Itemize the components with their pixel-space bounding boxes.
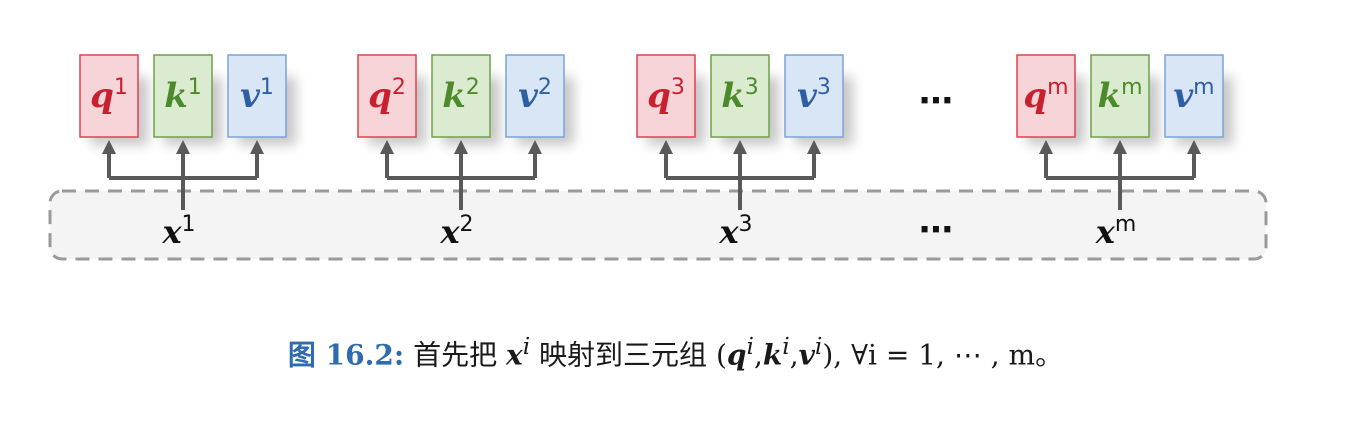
k-superscript: 3 bbox=[745, 75, 759, 100]
k-symbol: k bbox=[721, 76, 745, 116]
q-symbol: q bbox=[1023, 76, 1047, 116]
q-superscript: 1 bbox=[114, 75, 128, 100]
q-symbol: q bbox=[90, 76, 114, 116]
ellipsis-bottom: ⋯ bbox=[919, 210, 953, 250]
caption-text-before: 首先把 bbox=[404, 338, 506, 372]
k-superscript: 1 bbox=[188, 75, 202, 100]
q-superscript: 2 bbox=[392, 75, 406, 100]
v-symbol: v bbox=[240, 76, 261, 116]
k-symbol: k bbox=[1098, 76, 1122, 116]
caption-k-sup: i bbox=[782, 332, 790, 360]
x-symbol: x bbox=[161, 213, 182, 251]
x-superscript: 2 bbox=[460, 212, 474, 237]
x-superscript: 3 bbox=[739, 212, 753, 237]
x-symbol: x bbox=[718, 213, 739, 251]
figure: q1 k1 v1 x1 q2 k2 v2 x2 q3 k3 v3 x3 qm km vm xm ⋯ ⋯ 图 1… bbox=[0, 0, 1351, 424]
input-band bbox=[48, 189, 1268, 261]
k-superscript: 2 bbox=[466, 75, 480, 100]
k-symbol: k bbox=[442, 76, 466, 116]
caption-q-sup: i bbox=[746, 332, 754, 360]
x-symbol: x bbox=[439, 213, 460, 251]
q-superscript: 3 bbox=[671, 75, 685, 100]
caption-text-after: ), ∀i = 1, ⋯ , m。 bbox=[822, 338, 1064, 372]
v-superscript: m bbox=[1193, 75, 1214, 100]
v-superscript: 3 bbox=[817, 75, 831, 100]
v-symbol: v bbox=[797, 76, 818, 116]
v-symbol: v bbox=[1173, 76, 1194, 116]
ellipsis-top: ⋯ bbox=[919, 81, 953, 121]
v-superscript: 1 bbox=[260, 75, 274, 100]
caption-label: 图 16.2: bbox=[287, 338, 405, 372]
x-symbol: x bbox=[1095, 213, 1116, 251]
x-superscript: 1 bbox=[182, 212, 196, 237]
caption-q: q bbox=[726, 338, 747, 372]
v-superscript: 2 bbox=[538, 75, 552, 100]
caption-k: k bbox=[762, 338, 783, 372]
caption-v: v bbox=[798, 338, 815, 372]
figure-caption: 图 16.2: 首先把 xi 映射到三元组 (qi,ki,vi), ∀i = 1… bbox=[0, 332, 1351, 373]
caption-comma-2: , bbox=[789, 338, 799, 372]
k-symbol: k bbox=[164, 76, 188, 116]
caption-x: x bbox=[505, 338, 523, 372]
q-symbol: q bbox=[647, 76, 671, 116]
k-superscript: m bbox=[1121, 75, 1142, 100]
q-superscript: m bbox=[1047, 75, 1068, 100]
caption-comma-1: , bbox=[753, 338, 763, 372]
caption-text-mid: 映射到三元组 ( bbox=[530, 338, 727, 372]
v-symbol: v bbox=[518, 76, 539, 116]
qkv-mapping-diagram: q1 k1 v1x1q2 k2 v2x2q3 k3 v3x3qm km vmxm ⋯ ⋯ bbox=[48, 54, 1268, 261]
q-symbol: q bbox=[368, 76, 392, 116]
x-superscript: m bbox=[1115, 212, 1136, 237]
